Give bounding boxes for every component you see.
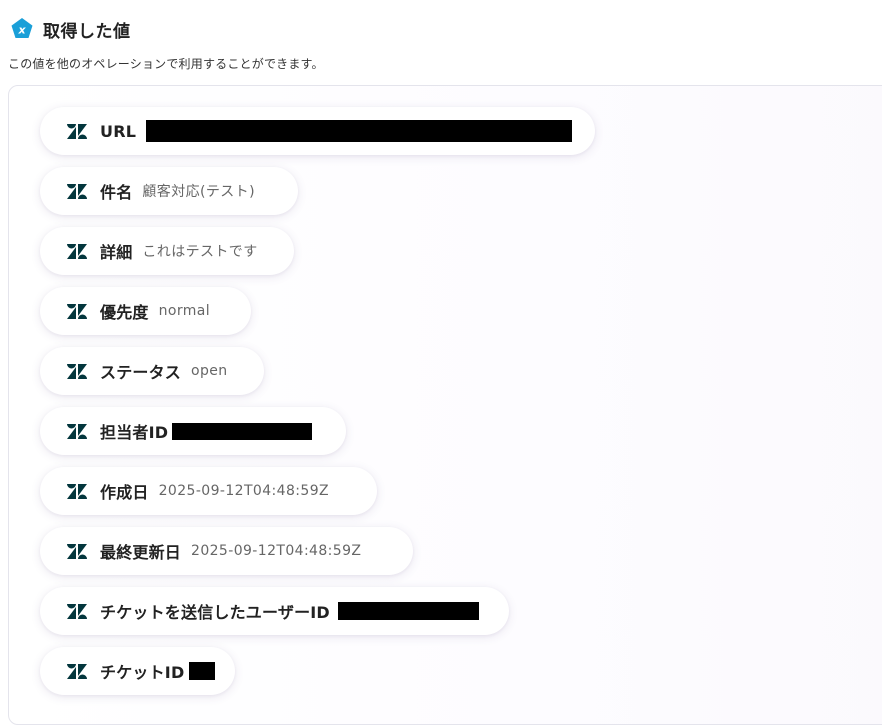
- chip-key: 作成日: [100, 483, 149, 502]
- value-chip-assignee-id[interactable]: 担当者ID: [40, 407, 346, 455]
- redacted-value: [146, 120, 573, 142]
- value-chip-priority[interactable]: 優先度 normal: [40, 287, 251, 335]
- value-chip-detail[interactable]: 詳細 これはテストです: [40, 227, 294, 275]
- redacted-value: [172, 422, 313, 440]
- svg-text:x: x: [17, 24, 26, 37]
- value-chip-status[interactable]: ステータス open: [40, 347, 264, 395]
- zendesk-icon: [67, 543, 87, 559]
- zendesk-icon: [67, 363, 87, 379]
- zendesk-icon: [67, 303, 87, 319]
- zendesk-icon: [67, 483, 87, 499]
- chip-key: 担当者ID: [100, 423, 169, 442]
- chip-key: 最終更新日: [100, 543, 182, 562]
- value-chip-requester-id[interactable]: チケットを送信したユーザーID: [40, 587, 509, 635]
- chip-value: 2025-09-12T04:48:59Z: [158, 483, 329, 499]
- chip-key: ステータス: [100, 363, 182, 382]
- zendesk-icon: [67, 183, 87, 199]
- chip-key: 優先度: [100, 303, 149, 322]
- chip-value: これはテストです: [142, 244, 258, 260]
- chip-key: チケットを送信したユーザーID: [100, 603, 330, 622]
- redacted-value: [337, 602, 479, 620]
- value-chip-created-at[interactable]: 作成日 2025-09-12T04:48:59Z: [40, 467, 377, 515]
- chip-key: チケットID: [100, 663, 185, 682]
- chip-value: open: [191, 363, 228, 379]
- value-chip-subject[interactable]: 件名 顧客対応(テスト): [40, 167, 298, 215]
- zendesk-icon: [67, 243, 87, 259]
- section-description: この値を他のオペレーションで利用することができます。: [8, 57, 324, 71]
- zendesk-icon: [67, 423, 87, 439]
- chip-value: 顧客対応(テスト): [142, 184, 255, 200]
- chip-key: 件名: [100, 183, 133, 202]
- section-title: 取得した値: [43, 21, 131, 42]
- zendesk-icon: [67, 603, 87, 619]
- chip-key: URL: [100, 121, 137, 141]
- chip-value: normal: [158, 303, 211, 319]
- zendesk-icon: [67, 123, 87, 139]
- value-chip-updated-at[interactable]: 最終更新日 2025-09-12T04:48:59Z: [40, 527, 413, 575]
- chip-key: 詳細: [100, 243, 133, 262]
- value-chip-url[interactable]: URL: [40, 107, 595, 155]
- chip-value: 2025-09-12T04:48:59Z: [191, 543, 362, 559]
- value-chip-ticket-id[interactable]: チケットID: [40, 647, 235, 695]
- redacted-value: [189, 662, 215, 680]
- section-header: x 取得した値: [10, 16, 131, 42]
- yoom-logo-icon: x: [11, 18, 33, 38]
- zendesk-icon: [67, 663, 87, 679]
